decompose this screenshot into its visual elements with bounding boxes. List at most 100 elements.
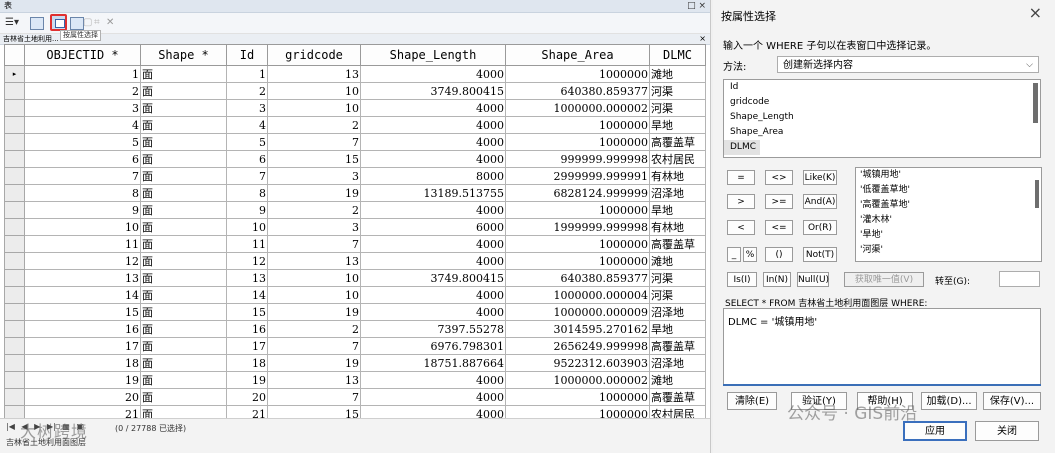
table-row[interactable]: 19 面 19 13 4000 1000000.000002 滩地 <box>4 371 706 389</box>
table-cell[interactable]: 面 <box>140 65 227 83</box>
table-cell[interactable]: 7 <box>267 235 361 253</box>
table-cell[interactable]: 1000000 <box>505 133 650 151</box>
table-cell[interactable]: 15 <box>24 303 141 321</box>
method-select[interactable]: 创建新选择内容 ⌵ <box>777 56 1039 73</box>
table-cell[interactable]: 10 <box>24 218 141 236</box>
zoom-selected-icon[interactable]: ⌗ <box>94 16 100 29</box>
table-cell[interactable]: 1000000 <box>505 235 650 253</box>
table-cell[interactable]: 面 <box>140 303 227 321</box>
table-cell[interactable]: 1000000.000004 <box>505 286 650 304</box>
table-cell[interactable]: 4000 <box>360 99 506 117</box>
table-cell[interactable]: 640380.859377 <box>505 269 650 287</box>
apply-button[interactable]: 应用 <box>903 421 967 441</box>
table-cell[interactable]: 19 <box>226 371 268 389</box>
table-cell[interactable]: 6 <box>24 150 141 168</box>
table-cell[interactable]: 4000 <box>360 133 506 151</box>
table-cell[interactable]: 6 <box>226 150 268 168</box>
table-row[interactable]: 5 面 5 7 4000 1000000 高覆盖草 <box>4 133 706 151</box>
table-cell[interactable]: 7 <box>267 388 361 406</box>
column-header[interactable]: Shape * <box>140 44 227 66</box>
value-item[interactable]: '低覆盖草地' <box>856 183 1041 198</box>
less-button[interactable]: < <box>727 220 755 235</box>
table-cell[interactable]: 13 <box>267 252 361 270</box>
table-cell[interactable]: 5 <box>226 133 268 151</box>
table-cell[interactable]: 1000000 <box>505 116 650 134</box>
related-tables-icon[interactable] <box>30 17 44 30</box>
like-button[interactable]: Like(K) <box>803 170 837 185</box>
table-cell[interactable]: 7 <box>267 133 361 151</box>
table-cell[interactable]: 面 <box>140 167 227 185</box>
table-cell[interactable]: 13 <box>267 65 361 83</box>
field-item-selected[interactable]: DLMC <box>724 140 760 155</box>
table-row[interactable]: 6 面 6 15 4000 999999.999998 农村居民 <box>4 150 706 168</box>
in-button[interactable]: In(N) <box>763 272 791 287</box>
table-cell[interactable]: 面 <box>140 201 227 219</box>
table-cell[interactable]: 农村居民 <box>649 150 706 168</box>
table-cell[interactable]: 高覆盖草 <box>649 133 706 151</box>
row-selector[interactable] <box>4 303 25 321</box>
table-cell[interactable]: 8000 <box>360 167 506 185</box>
table-cell[interactable]: 19 <box>267 354 361 372</box>
table-cell[interactable]: 6828124.999999 <box>505 184 650 202</box>
table-options-icon[interactable]: ☰▾ <box>5 16 19 29</box>
table-row[interactable]: 2 面 2 10 3749.800415 640380.859377 河渠 <box>4 82 706 100</box>
table-cell[interactable]: 面 <box>140 354 227 372</box>
table-cell[interactable]: 7397.55278 <box>360 320 506 338</box>
row-selector[interactable] <box>4 354 25 372</box>
row-selector[interactable] <box>4 252 25 270</box>
goto-input[interactable] <box>999 271 1040 287</box>
table-cell[interactable]: 1 <box>24 65 141 83</box>
equals-button[interactable]: = <box>727 170 755 185</box>
row-selector-header[interactable] <box>4 44 25 66</box>
table-row[interactable]: 16 面 16 2 7397.55278 3014595.270162 旱地 <box>4 320 706 338</box>
column-header[interactable]: Shape_Area <box>505 44 650 66</box>
table-cell[interactable]: 面 <box>140 184 227 202</box>
table-row[interactable]: 7 面 7 3 8000 2999999.999991 有林地 <box>4 167 706 185</box>
table-cell[interactable]: 13 <box>267 371 361 389</box>
not-button[interactable]: Not(T) <box>803 247 837 262</box>
table-cell[interactable]: 20 <box>24 388 141 406</box>
row-selector[interactable]: ▸ <box>4 65 25 83</box>
table-cell[interactable]: 18 <box>226 354 268 372</box>
table-cell[interactable]: 17 <box>24 337 141 355</box>
table-cell[interactable]: 1000000 <box>505 388 650 406</box>
select-by-attributes-button[interactable] <box>50 14 67 31</box>
table-cell[interactable]: 7 <box>226 167 268 185</box>
table-cell[interactable]: 7 <box>267 337 361 355</box>
table-row[interactable]: 3 面 3 10 4000 1000000.000002 河渠 <box>4 99 706 117</box>
table-cell[interactable]: 1000000 <box>505 65 650 83</box>
table-cell[interactable]: 19 <box>267 303 361 321</box>
row-selector[interactable] <box>4 133 25 151</box>
row-selector[interactable] <box>4 167 25 185</box>
value-item[interactable]: '灌木林' <box>856 213 1041 228</box>
table-cell[interactable]: 16 <box>226 320 268 338</box>
row-selector[interactable] <box>4 337 25 355</box>
table-cell[interactable]: 河渠 <box>649 269 706 287</box>
parentheses-button[interactable]: () <box>765 247 793 262</box>
values-scrollbar[interactable] <box>1035 180 1039 208</box>
table-row[interactable]: 8 面 8 19 13189.513755 6828124.999999 沼泽地 <box>4 184 706 202</box>
table-cell[interactable]: 面 <box>140 252 227 270</box>
table-cell[interactable]: 10 <box>267 286 361 304</box>
not-equals-button[interactable]: <> <box>765 170 793 185</box>
table-cell[interactable]: 3749.800415 <box>360 82 506 100</box>
table-cell[interactable]: 3 <box>267 167 361 185</box>
table-cell[interactable]: 沼泽地 <box>649 184 706 202</box>
table-cell[interactable]: 面 <box>140 269 227 287</box>
table-cell[interactable]: 1000000 <box>505 252 650 270</box>
table-cell[interactable]: 19 <box>24 371 141 389</box>
table-cell[interactable]: 8 <box>24 184 141 202</box>
table-cell[interactable]: 15 <box>267 150 361 168</box>
table-cell[interactable]: 滩地 <box>649 371 706 389</box>
table-cell[interactable]: 4000 <box>360 150 506 168</box>
column-header[interactable]: OBJECTID * <box>24 44 141 66</box>
table-cell[interactable]: 14 <box>226 286 268 304</box>
table-cell[interactable]: 4 <box>24 116 141 134</box>
column-header[interactable]: Id <box>226 44 268 66</box>
table-cell[interactable]: 10 <box>226 218 268 236</box>
field-item[interactable]: Shape_Area <box>724 125 1040 140</box>
table-cell[interactable]: 1000000 <box>505 201 650 219</box>
table-row[interactable]: 11 面 11 7 4000 1000000 高覆盖草 <box>4 235 706 253</box>
table-cell[interactable]: 15 <box>226 303 268 321</box>
table-cell[interactable]: 12 <box>226 252 268 270</box>
